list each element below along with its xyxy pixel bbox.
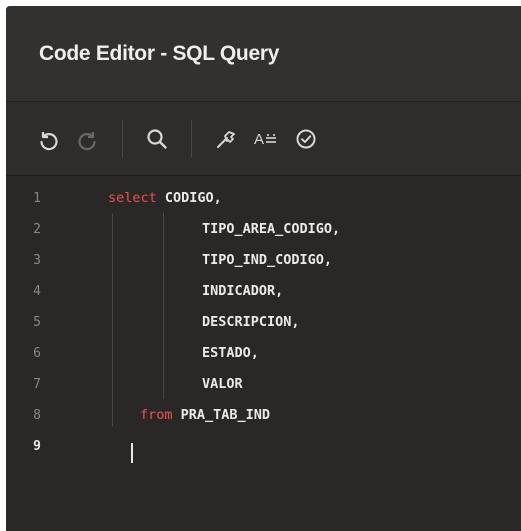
line-number: 4: [33, 284, 41, 299]
line-number-gutter: 1 2 3 4 5 6 7 8 9: [6, 177, 76, 531]
code-line-3: TIPO_IND_CODIGO,: [202, 252, 333, 268]
redo-button[interactable]: [68, 119, 108, 159]
sql-keyword: select: [108, 190, 157, 206]
line-number: 2: [33, 222, 41, 237]
hammer-icon: [217, 130, 235, 148]
toolbar-separator: [191, 119, 192, 158]
sql-keyword: from: [140, 407, 173, 423]
line-number: 7: [33, 377, 41, 392]
indent-guide: [163, 213, 164, 399]
editor-header: Code Editor - SQL Query: [6, 6, 521, 102]
code-line-5: DESCRIPCION,: [202, 314, 300, 330]
code-line-8: from PRA_TAB_IND: [140, 407, 270, 423]
line-number: 1: [33, 191, 41, 206]
indent-guide: [112, 213, 113, 427]
line-number: 8: [33, 408, 41, 423]
editor-toolbar: A: [6, 102, 521, 176]
line-number: 6: [33, 346, 41, 361]
line-number: 3: [33, 253, 41, 268]
window-title: Code Editor - SQL Query: [39, 41, 280, 65]
text-cursor: [131, 443, 133, 463]
undo-button[interactable]: [28, 119, 68, 159]
code-line-2: TIPO_AREA_CODIGO,: [202, 221, 341, 237]
run-button[interactable]: [286, 119, 326, 159]
svg-text:A: A: [254, 131, 264, 148]
validate-button[interactable]: [206, 119, 246, 159]
redo-icon: [78, 131, 96, 150]
code-text: PRA_TAB_IND: [172, 407, 271, 423]
format-button[interactable]: A: [246, 119, 286, 159]
line-number-active: 9: [33, 439, 41, 454]
check-circle-icon: [296, 129, 316, 148]
code-line-4: INDICADOR,: [202, 283, 284, 299]
undo-icon: [40, 131, 58, 150]
code-line-7: VALOR: [202, 376, 243, 392]
toolbar-separator: [122, 119, 123, 158]
line-number: 5: [33, 315, 41, 330]
code-line-6: ESTADO,: [202, 345, 259, 361]
code-editor-area[interactable]: 1 2 3 4 5 6 7 8 9 select CODIGO, TIPO_AR…: [6, 177, 521, 531]
code-editor-window: Code Editor - SQL Query A 1 2 3 4 5 6 7 …: [6, 6, 521, 531]
search-icon: [147, 128, 167, 149]
search-button[interactable]: [137, 119, 177, 159]
code-line-1: select CODIGO,: [108, 190, 222, 206]
code-text: CODIGO,: [156, 190, 222, 206]
format-text-icon: A: [254, 131, 276, 148]
